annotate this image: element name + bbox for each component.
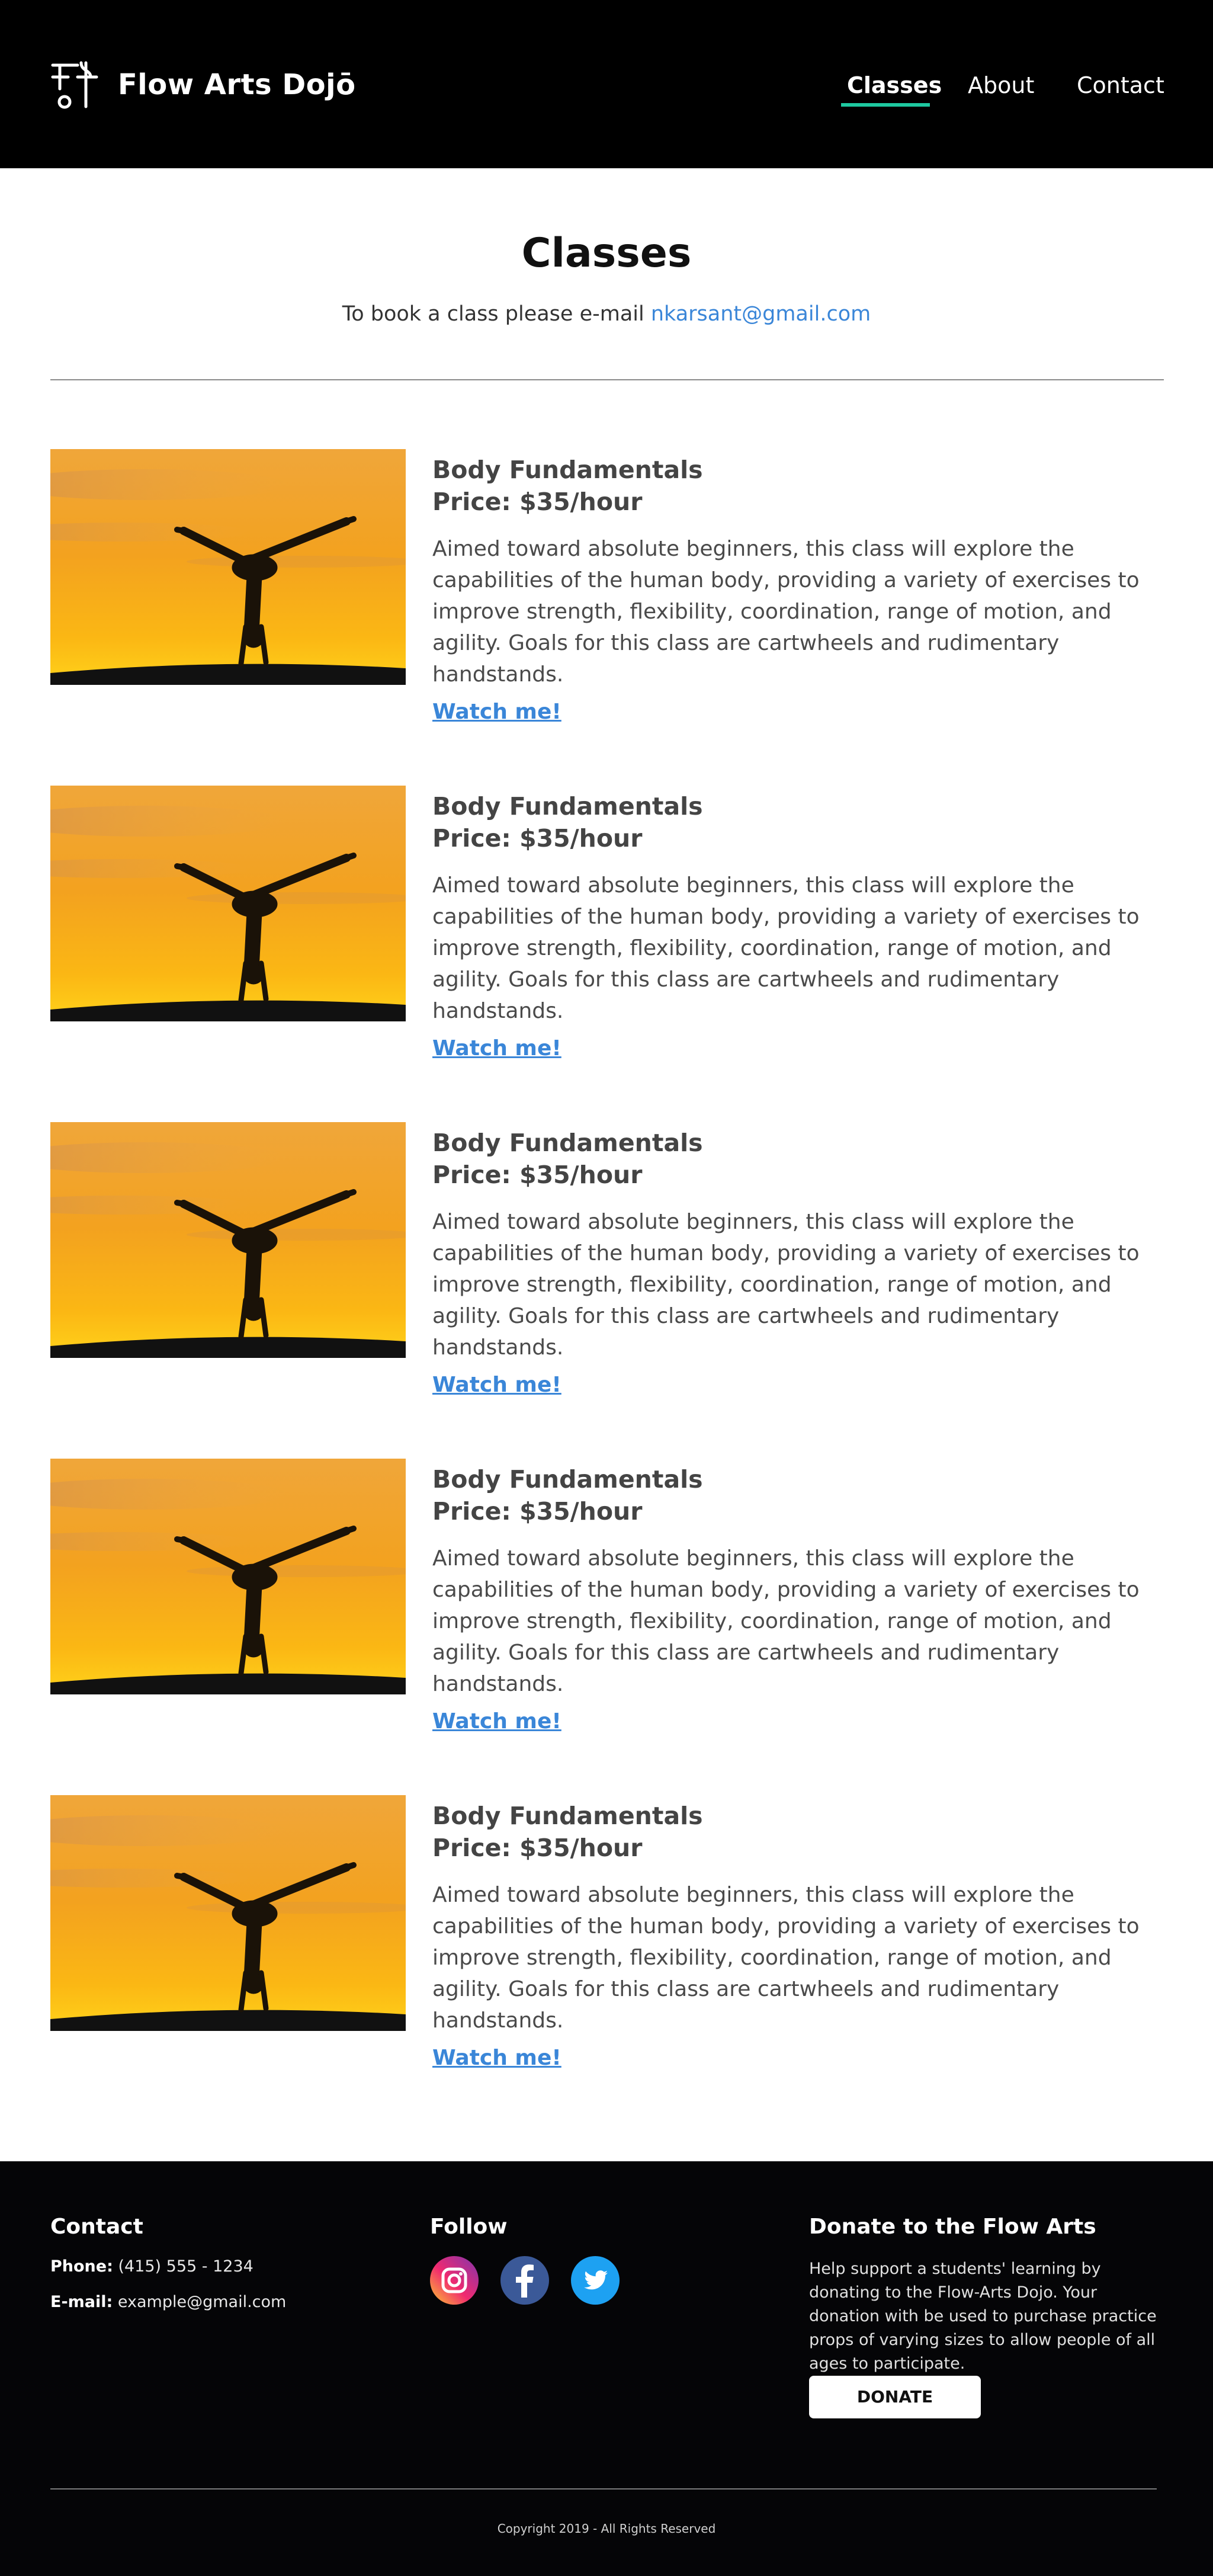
watch-me-link[interactable]: Watch me! <box>432 2046 561 2070</box>
nav-classes[interactable]: Classes <box>841 70 942 107</box>
class-card: Body Fundamentals Price: $35/hour Aimed … <box>50 449 1164 724</box>
footer-donate-heading: Donate to the Flow Arts <box>809 2215 1096 2239</box>
class-title: Body Fundamentals <box>432 1129 703 1157</box>
watch-me-link[interactable]: Watch me! <box>432 1709 561 1734</box>
nav-contact[interactable]: Contact <box>1077 70 1164 101</box>
sunset-handstand-image <box>50 786 406 1021</box>
twitter-icon[interactable] <box>571 2256 620 2305</box>
class-price: Price: $35/hour <box>432 824 643 853</box>
sunset-handstand-image <box>50 1459 406 1694</box>
copyright: Copyright 2019 - All Rights Reserved <box>497 2521 716 2536</box>
booking-text: To book a class please e-mail <box>342 302 651 326</box>
page-title: Classes <box>521 230 692 277</box>
watch-me-link[interactable]: Watch me! <box>432 1373 561 1397</box>
class-info: Body Fundamentals Price: $35/hour Aimed … <box>432 1800 1164 2070</box>
class-title: Body Fundamentals <box>432 1465 703 1494</box>
class-photo <box>50 1459 406 1694</box>
nav-contact-label: Contact <box>1077 72 1164 98</box>
class-photo <box>50 1122 406 1358</box>
watch-me-link[interactable]: Watch me! <box>432 700 561 724</box>
class-title: Body Fundamentals <box>432 456 703 484</box>
class-price: Price: $35/hour <box>432 1161 643 1189</box>
class-title: Body Fundamentals <box>432 792 703 821</box>
email-value[interactable]: example@gmail.com <box>113 2293 286 2311</box>
donate-description: Help support a students' learning by don… <box>809 2260 1157 2373</box>
class-info: Body Fundamentals Price: $35/hour Aimed … <box>432 1127 1164 1397</box>
class-price: Price: $35/hour <box>432 488 643 516</box>
class-photo <box>50 449 406 685</box>
class-description: Aimed toward absolute beginners, this cl… <box>432 537 1140 687</box>
class-card: Body Fundamentals Price: $35/hour Aimed … <box>50 1122 1164 1397</box>
footer-follow-heading: Follow <box>430 2215 508 2239</box>
active-nav-underline <box>841 103 930 107</box>
nav-classes-label: Classes <box>847 72 942 98</box>
class-info: Body Fundamentals Price: $35/hour Aimed … <box>432 1463 1164 1734</box>
watch-me-link[interactable]: Watch me! <box>432 1036 561 1060</box>
footer-phone: Phone: (415) 555 - 1234 <box>50 2257 253 2276</box>
class-card: Body Fundamentals Price: $35/hour Aimed … <box>50 786 1164 1060</box>
main-nav: Classes About Contact <box>0 70 1213 107</box>
class-description: Aimed toward absolute beginners, this cl… <box>432 1883 1140 2033</box>
booking-intro: To book a class please e-mail nkarsant@g… <box>0 302 1213 326</box>
sunset-handstand-image <box>50 1122 406 1358</box>
phone-value: (415) 555 - 1234 <box>113 2257 253 2276</box>
class-info: Body Fundamentals Price: $35/hour Aimed … <box>432 790 1164 1060</box>
class-description: Aimed toward absolute beginners, this cl… <box>432 1210 1140 1360</box>
class-photo <box>50 786 406 1021</box>
facebook-icon[interactable] <box>500 2256 549 2305</box>
site-header: Flow Arts Dojō Classes About Contact <box>0 0 1213 168</box>
class-price: Price: $35/hour <box>432 1834 643 1862</box>
footer-contact-heading: Contact <box>50 2215 143 2239</box>
site-footer: Contact Phone: (415) 555 - 1234 E-mail: … <box>0 2161 1213 2576</box>
class-card: Body Fundamentals Price: $35/hour Aimed … <box>50 1795 1164 2070</box>
donate-button[interactable]: DONATE <box>809 2376 981 2418</box>
class-price: Price: $35/hour <box>432 1497 643 1526</box>
class-description: Aimed toward absolute beginners, this cl… <box>432 873 1140 1023</box>
nav-about[interactable]: About <box>968 70 1034 101</box>
phone-label: Phone: <box>50 2257 113 2276</box>
class-title: Body Fundamentals <box>432 1802 703 1830</box>
nav-about-label: About <box>968 72 1035 98</box>
footer-divider <box>50 2488 1157 2490</box>
instagram-icon[interactable] <box>430 2256 479 2305</box>
booking-email-link[interactable]: nkarsant@gmail.com <box>651 302 871 326</box>
footer-email: E-mail: example@gmail.com <box>50 2293 286 2311</box>
class-description: Aimed toward absolute beginners, this cl… <box>432 1546 1140 1696</box>
sunset-handstand-image <box>50 449 406 685</box>
class-photo <box>50 1795 406 2031</box>
section-divider <box>50 379 1164 380</box>
class-info: Body Fundamentals Price: $35/hour Aimed … <box>432 454 1164 724</box>
class-card: Body Fundamentals Price: $35/hour Aimed … <box>50 1459 1164 1734</box>
email-label: E-mail: <box>50 2293 113 2311</box>
sunset-handstand-image <box>50 1795 406 2031</box>
